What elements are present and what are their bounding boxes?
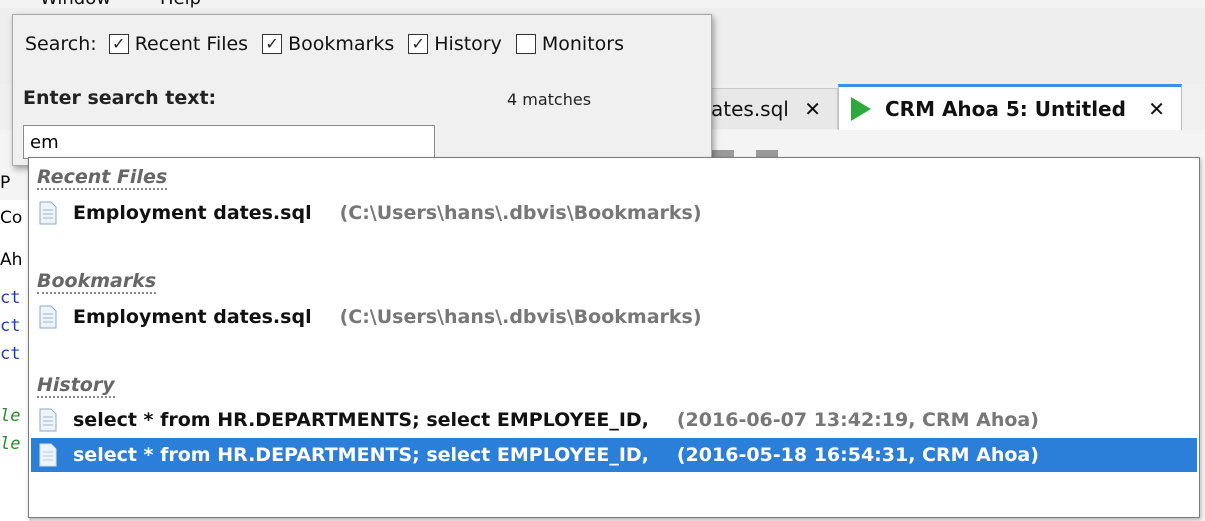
document-icon	[39, 408, 57, 432]
tab-employment-dates[interactable]: ates.sql ✕	[696, 88, 838, 129]
match-count: 4 matches	[507, 90, 592, 109]
result-timestamp: (2016-05-18 16:54:31, CRM Ahoa)	[676, 444, 1039, 466]
search-popup: Search: ✓ Recent Files ✓ Bookmarks ✓ His…	[12, 14, 712, 166]
code-fragment: le	[0, 406, 21, 426]
result-path: (C:\Users\hans\.dbvis\Bookmarks)	[339, 202, 702, 224]
search-scope-row: Search: ✓ Recent Files ✓ Bookmarks ✓ His…	[25, 33, 638, 55]
enter-search-text-label: Enter search text:	[23, 87, 217, 109]
checkbox-label: Recent Files	[134, 33, 249, 55]
checkbox-checked-icon[interactable]: ✓	[108, 34, 129, 54]
result-path: (C:\Users\hans\.dbvis\Bookmarks)	[339, 306, 702, 328]
checkbox-bookmarks[interactable]: ✓ Bookmarks	[262, 33, 394, 55]
checkbox-monitors[interactable]: Monitors	[515, 33, 624, 55]
close-icon[interactable]: ✕	[1148, 97, 1165, 121]
fragment-label: Co	[0, 208, 23, 228]
document-icon	[39, 443, 57, 467]
code-fragment: ct	[0, 344, 21, 364]
checkbox-checked-icon[interactable]: ✓	[262, 34, 283, 54]
checkbox-unchecked-icon[interactable]	[515, 34, 536, 54]
section-header-history: History	[37, 374, 115, 398]
section-header-recent-files: Recent Files	[37, 166, 168, 190]
result-timestamp: (2016-06-07 13:42:19, CRM Ahoa)	[676, 409, 1039, 431]
result-row[interactable]: Employment dates.sql (C:\Users\hans\.dbv…	[31, 300, 1197, 334]
result-row[interactable]: select * from HR.DEPARTMENTS; select EMP…	[31, 403, 1197, 437]
result-title: select * from HR.DEPARTMENTS; select EMP…	[73, 444, 649, 466]
checkbox-label: Monitors	[541, 33, 624, 55]
checkbox-recent-files[interactable]: ✓ Recent Files	[108, 33, 249, 55]
checkbox-label: Bookmarks	[288, 33, 395, 55]
code-fragment: le	[0, 434, 21, 454]
document-icon	[39, 305, 57, 329]
search-label: Search:	[25, 33, 97, 55]
result-title: select * from HR.DEPARTMENTS; select EMP…	[73, 409, 649, 431]
result-title: Employment dates.sql	[73, 306, 312, 328]
search-input[interactable]	[23, 125, 435, 159]
checkbox-checked-icon[interactable]: ✓	[408, 34, 429, 54]
fragment-label: Ah	[0, 250, 23, 270]
menu-window[interactable]: Window	[40, 0, 111, 8]
menu-help[interactable]: Help	[160, 0, 201, 8]
run-icon	[851, 96, 871, 121]
result-row-selected[interactable]: select * from HR.DEPARTMENTS; select EMP…	[31, 438, 1197, 472]
menu-bar: Window Help	[0, 0, 1205, 8]
code-fragment: ct	[0, 316, 21, 336]
checkbox-label: History	[434, 33, 502, 55]
result-title: Employment dates.sql	[73, 202, 312, 224]
section-header-bookmarks: Bookmarks	[37, 270, 157, 294]
close-icon[interactable]: ✕	[804, 97, 821, 121]
tab-label: CRM Ahoa 5: Untitled	[885, 96, 1126, 121]
tab-label: ates.sql	[711, 97, 789, 121]
tab-crm-ahoa-untitled[interactable]: CRM Ahoa 5: Untitled ✕	[838, 84, 1182, 130]
document-icon	[39, 201, 57, 225]
code-fragment: ct	[0, 288, 21, 308]
fragment-label: P	[0, 173, 11, 193]
result-row[interactable]: Employment dates.sql (C:\Users\hans\.dbv…	[31, 196, 1197, 230]
search-results-list: Recent Files Employment dates.sql (C:\Us…	[28, 157, 1200, 518]
checkbox-history[interactable]: ✓ History	[408, 33, 502, 55]
